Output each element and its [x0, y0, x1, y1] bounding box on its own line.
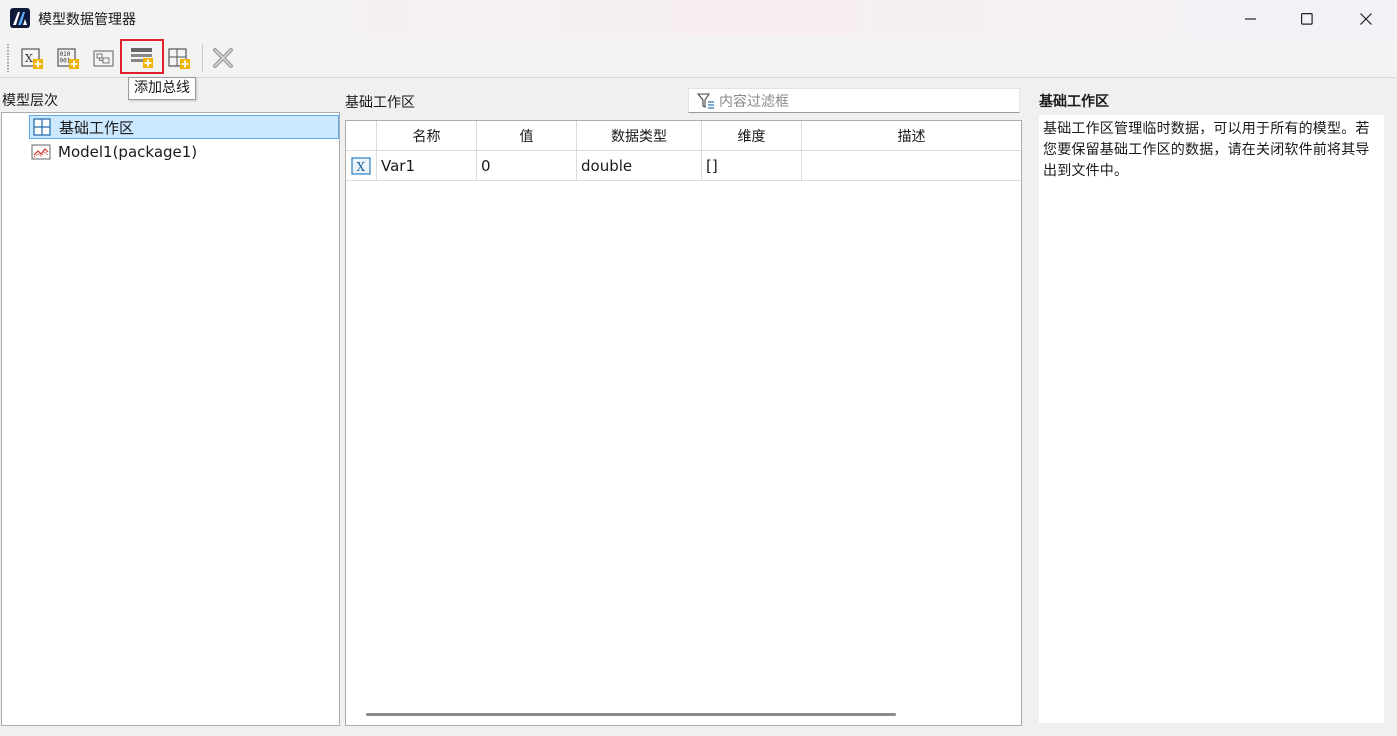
workspace-label: 基础工作区: [345, 95, 415, 111]
row-icon-cell: X: [346, 151, 377, 180]
filter-icon: [697, 92, 714, 109]
add-binary-data-button[interactable]: 010 001: [52, 42, 84, 74]
column-header-type[interactable]: 数据类型: [577, 121, 702, 150]
data-table[interactable]: 名称 值 数据类型 维度 描述 X Var1 0 double []: [345, 120, 1022, 726]
close-button[interactable]: [1337, 0, 1395, 38]
table-row[interactable]: X Var1 0 double []: [346, 151, 1021, 181]
column-header-icon[interactable]: [346, 121, 377, 150]
details-panel: 基础工作区管理临时数据，可以用于所有的模型。若您要保留基础工作区的数据，请在关闭…: [1039, 115, 1384, 723]
toolbar: X 010 001: [0, 38, 1397, 78]
maximize-icon: [1301, 13, 1313, 25]
model-tree[interactable]: 基础工作区 Model1(package1): [1, 112, 340, 726]
close-icon: [1360, 13, 1372, 25]
add-structure-icon: [93, 50, 114, 67]
toolbar-grip[interactable]: [7, 44, 9, 72]
tree-item-label: 基础工作区: [59, 118, 135, 137]
tree-item-base-workspace[interactable]: 基础工作区: [29, 115, 339, 139]
tree-item-model1[interactable]: Model1(package1): [29, 140, 197, 164]
add-binary-data-icon: 010 001: [57, 48, 79, 69]
toolbar-separator: [202, 44, 203, 72]
add-bus-button[interactable]: [120, 39, 164, 74]
cell-value[interactable]: 0: [477, 151, 577, 180]
delete-icon: [213, 48, 233, 68]
cell-type[interactable]: double: [577, 151, 702, 180]
variable-x-icon: X: [351, 156, 371, 175]
svg-text:X: X: [357, 160, 366, 174]
tooltip-add-bus: 添加总线: [128, 77, 196, 100]
model-chart-icon: [31, 143, 51, 161]
horizontal-scrollbar[interactable]: [366, 713, 896, 716]
column-header-name[interactable]: 名称: [377, 121, 477, 150]
minimize-icon: [1245, 18, 1256, 20]
add-variable-icon: X: [21, 48, 43, 69]
details-title: 基础工作区: [1039, 94, 1109, 110]
maximize-button[interactable]: [1278, 0, 1336, 38]
table-header: 名称 值 数据类型 维度 描述: [346, 121, 1021, 151]
add-table-icon: [168, 48, 190, 69]
tree-panel-label: 模型层次: [2, 93, 58, 109]
cell-name[interactable]: Var1: [377, 151, 477, 180]
add-structure-button[interactable]: [88, 42, 120, 74]
cell-description[interactable]: [802, 151, 1021, 180]
details-description: 基础工作区管理临时数据，可以用于所有的模型。若您要保留基础工作区的数据，请在关闭…: [1043, 121, 1370, 179]
app-logo-icon: [10, 8, 30, 28]
window-title: 模型数据管理器: [38, 12, 136, 28]
column-header-dimension[interactable]: 维度: [702, 121, 802, 150]
minimize-button[interactable]: [1222, 0, 1280, 38]
delete-button[interactable]: [207, 42, 239, 74]
column-header-value[interactable]: 值: [477, 121, 577, 150]
add-table-button[interactable]: [163, 42, 195, 74]
svg-text:X: X: [25, 52, 33, 65]
column-header-description[interactable]: 描述: [802, 121, 1021, 150]
filter-input[interactable]: 内容过滤框: [688, 88, 1020, 113]
add-variable-button[interactable]: X: [16, 42, 48, 74]
tree-item-label: Model1(package1): [58, 143, 198, 161]
filter-placeholder: 内容过滤框: [719, 93, 789, 110]
workspace-grid-icon: [32, 118, 52, 136]
add-bus-icon: [131, 47, 153, 68]
title-bar: 模型数据管理器: [0, 0, 1397, 38]
cell-dimension[interactable]: []: [702, 151, 802, 180]
